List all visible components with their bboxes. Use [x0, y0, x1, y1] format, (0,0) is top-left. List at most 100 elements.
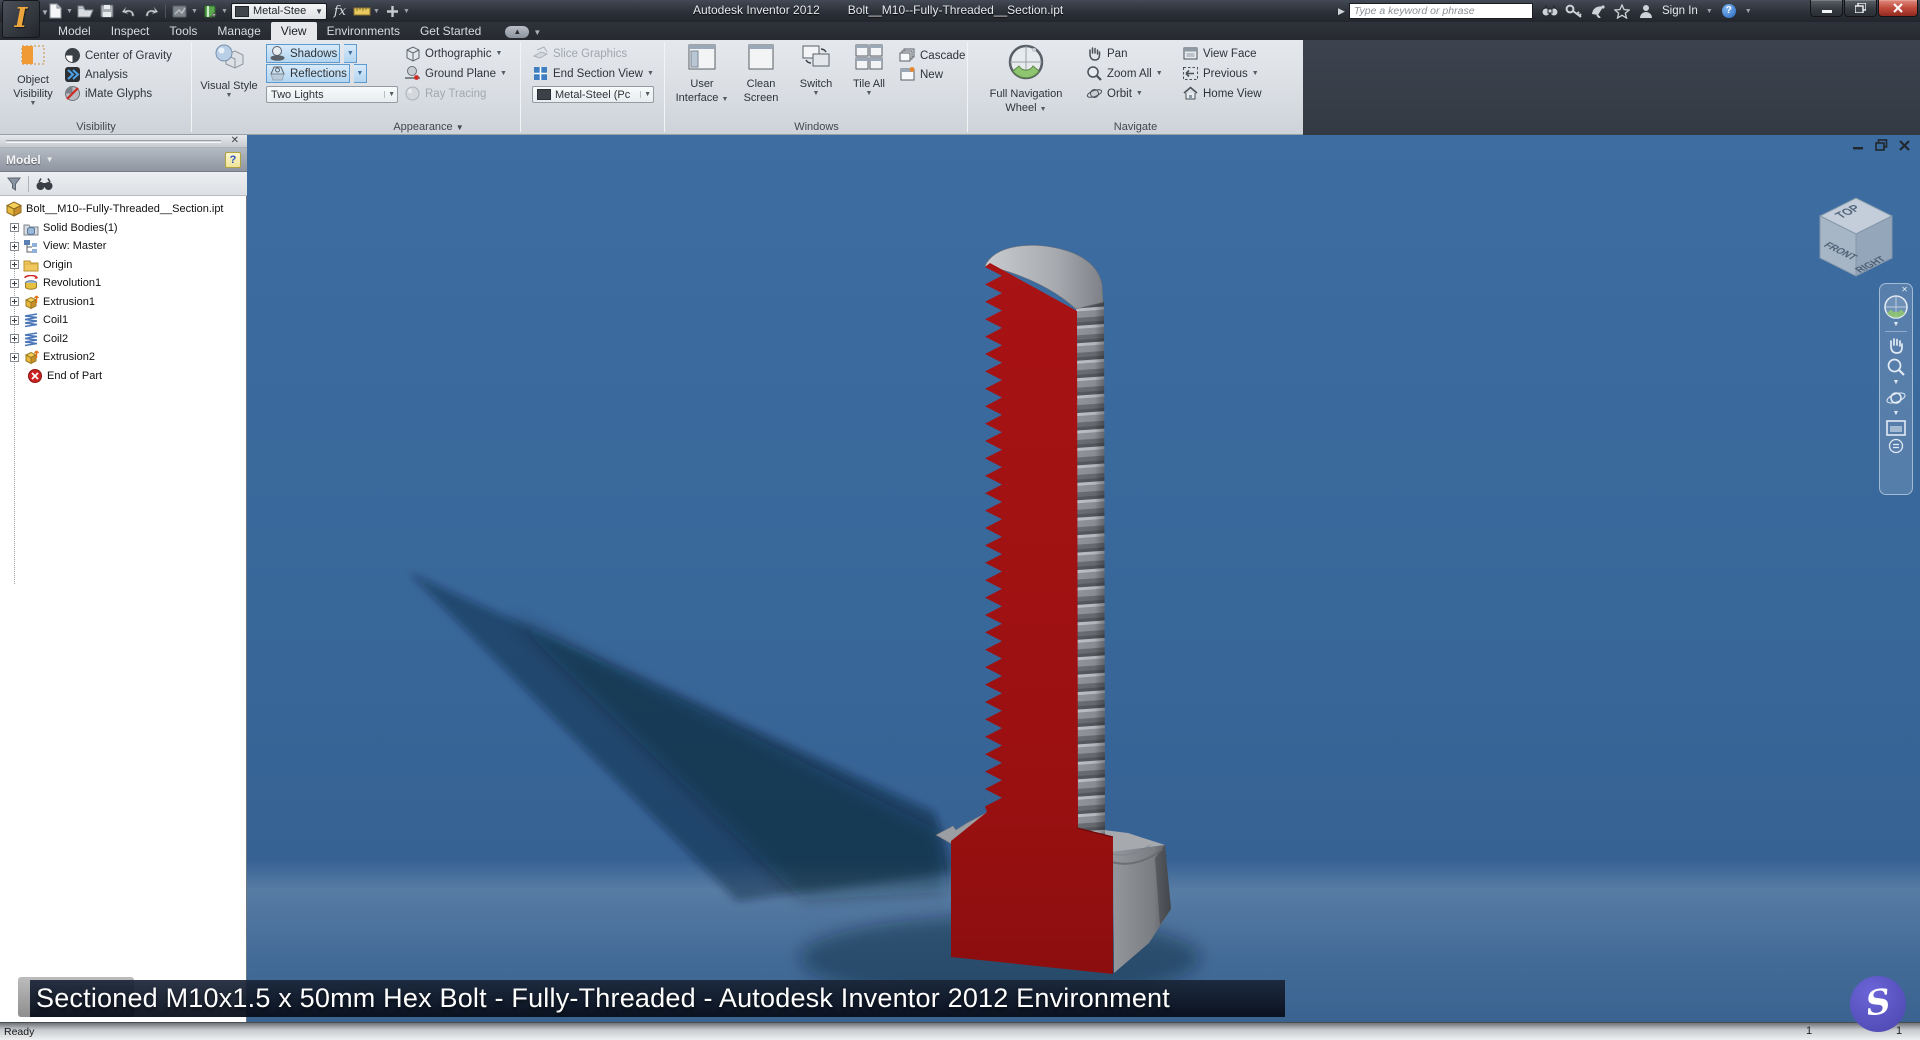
tree-node-part-root[interactable]: Bolt__M10--Fully-Threaded__Section.ipt — [0, 200, 246, 219]
subscription-key-icon[interactable] — [1562, 2, 1586, 20]
analysis-button[interactable]: Analysis — [64, 65, 128, 84]
orbit-button[interactable]: Orbit ▼ — [1086, 84, 1143, 103]
open-button[interactable] — [74, 2, 96, 20]
panel-label-visibility[interactable]: Visibility — [0, 121, 192, 133]
home-view-button[interactable]: Home View — [1182, 84, 1262, 103]
save-button[interactable] — [96, 2, 118, 20]
object-visibility-button[interactable]: Object Visibility ▼ — [6, 43, 60, 107]
search-binoculars-icon[interactable] — [1538, 2, 1562, 20]
ray-tracing-button[interactable]: Ray Tracing — [404, 84, 486, 103]
doc-restore-icon[interactable] — [1875, 139, 1888, 151]
expand-icon[interactable] — [10, 334, 19, 344]
navbar-pan-icon[interactable] — [1885, 334, 1907, 356]
clean-screen-button[interactable]: Clean Screen — [735, 43, 787, 104]
orthographic-caret-icon[interactable]: ▼ — [495, 50, 502, 57]
previous-view-caret-icon[interactable]: ▼ — [1252, 70, 1259, 77]
add-tool-button[interactable] — [381, 2, 403, 20]
tab-get-started[interactable]: Get Started — [410, 22, 491, 40]
orthographic-button[interactable]: Orthographic ▼ — [404, 44, 502, 63]
tree-node-extrusion1[interactable]: Extrusion1 — [0, 293, 246, 312]
viewcube[interactable]: TOP FRONT RIGHT — [1810, 185, 1902, 280]
view-face-button[interactable]: View Face — [1182, 44, 1256, 63]
browser-grip[interactable]: ✕ — [0, 135, 247, 148]
favorites-star-icon[interactable] — [1610, 2, 1634, 20]
restore-button[interactable] — [1844, 0, 1877, 17]
tree-node-end-of-part[interactable]: End of Part — [0, 367, 246, 386]
panel-label-navigate[interactable]: Navigate — [968, 121, 1303, 133]
tab-tools[interactable]: Tools — [159, 22, 207, 40]
measure-caret-icon[interactable]: ▼ — [373, 8, 381, 15]
expand-icon[interactable] — [10, 278, 19, 288]
navbar-zoom-icon[interactable] — [1885, 356, 1907, 378]
browser-header[interactable]: Model ▼ ? — [0, 148, 247, 172]
redo-button[interactable] — [140, 2, 162, 20]
tab-inspect[interactable]: Inspect — [101, 22, 160, 40]
add-tool-caret-icon[interactable]: ▼ — [403, 8, 411, 15]
shadows-toggle[interactable]: Shadows ▼ — [266, 44, 358, 63]
sign-in-person-icon[interactable] — [1634, 2, 1658, 20]
expand-icon[interactable] — [10, 260, 19, 270]
tree-node-view-master[interactable]: View: Master — [0, 237, 246, 256]
switch-button[interactable]: Switch ▼ — [791, 43, 841, 97]
expand-icon[interactable] — [10, 297, 19, 307]
navbar-orbit-caret-icon[interactable]: ▼ — [1893, 410, 1900, 417]
reflections-caret-icon[interactable]: ▼ — [353, 64, 367, 83]
tree-node-solid-bodies[interactable]: Solid Bodies(1) — [0, 219, 246, 238]
slice-graphics-button[interactable]: Slice Graphics — [532, 44, 627, 63]
return-caret-icon[interactable]: ▼ — [221, 8, 229, 15]
previous-view-button[interactable]: Previous ▼ — [1182, 64, 1259, 83]
material-dropdown[interactable]: Metal-Stee ▼ — [231, 2, 327, 20]
help-button[interactable]: ? — [1717, 2, 1741, 20]
tree-node-coil2[interactable]: Coil2 — [0, 330, 246, 349]
doc-minimize-icon[interactable] — [1852, 139, 1865, 151]
tab-model[interactable]: Model — [48, 22, 101, 40]
full-navigation-wheel-button[interactable]: Full Navigation Wheel ▼ — [980, 43, 1072, 116]
tab-view[interactable]: View — [270, 22, 317, 40]
close-button[interactable] — [1878, 0, 1918, 17]
pan-button[interactable]: Pan — [1086, 44, 1127, 63]
navbar-zoom-caret-icon[interactable]: ▼ — [1893, 379, 1900, 386]
expand-icon[interactable] — [10, 352, 19, 362]
tile-all-button[interactable]: Tile All ▼ — [843, 43, 895, 97]
expand-icon[interactable] — [10, 241, 19, 251]
browser-close-icon[interactable]: ✕ — [231, 135, 239, 146]
update-caret-icon[interactable]: ▼ — [191, 8, 199, 15]
appearance-material-dropdown[interactable]: Metal-Steel (Pc ▼ — [532, 86, 654, 103]
expand-icon[interactable] — [10, 223, 19, 233]
application-menu-caret-icon[interactable]: ▼ — [41, 8, 49, 17]
navbar-view-face-icon[interactable] — [1885, 418, 1907, 438]
panel-label-windows[interactable]: Windows — [665, 121, 968, 133]
cascade-button[interactable]: Cascade — [899, 46, 965, 65]
ground-plane-caret-icon[interactable]: ▼ — [500, 70, 507, 77]
minimize-button[interactable] — [1810, 0, 1843, 17]
help-caret-icon[interactable]: ▼ — [1745, 8, 1752, 15]
end-section-view-button[interactable]: End Section View ▼ — [532, 64, 654, 83]
doc-close-icon[interactable] — [1898, 139, 1911, 151]
tree-node-origin[interactable]: Origin — [0, 256, 246, 275]
sign-in-button[interactable]: Sign In — [1662, 5, 1698, 17]
new-file-caret-icon[interactable]: ▼ — [66, 8, 74, 15]
navbar-close-icon[interactable]: ✕ — [1901, 285, 1908, 294]
tree-node-revolution1[interactable]: Revolution1 — [0, 274, 246, 293]
shadows-caret-icon[interactable]: ▼ — [344, 44, 358, 63]
ribbon-minimize-control[interactable]: ▲ ▼ — [505, 26, 541, 40]
user-interface-button[interactable]: User Interface ▼ — [673, 43, 731, 106]
imate-glyphs-button[interactable]: iMate Glyphs — [64, 84, 152, 103]
update-button[interactable] — [169, 2, 191, 20]
return-button[interactable] — [199, 2, 221, 20]
tab-environments[interactable]: Environments — [317, 22, 410, 40]
application-menu-button[interactable]: I — [2, 0, 40, 38]
ground-plane-button[interactable]: Ground Plane ▼ — [404, 64, 507, 83]
navbar-customize-icon[interactable] — [1888, 438, 1904, 454]
navbar-orbit-icon[interactable] — [1885, 387, 1907, 409]
search-expand-icon[interactable]: ▶ — [1338, 6, 1345, 17]
parameters-fx-button[interactable]: fx — [329, 2, 351, 20]
orbit-caret-icon[interactable]: ▼ — [1136, 90, 1143, 97]
model-viewport[interactable]: TOP FRONT RIGHT ✕ ▼ ▼ ▼ — [247, 135, 1920, 1022]
tree-node-extrusion2[interactable]: Extrusion2 — [0, 348, 246, 367]
panel-label-appearance[interactable]: Appearance ▼ — [192, 121, 665, 133]
tree-node-coil1[interactable]: Coil1 — [0, 311, 246, 330]
filter-icon[interactable] — [6, 176, 22, 192]
lights-dropdown[interactable]: Two Lights ▼ — [266, 86, 398, 103]
communication-center-icon[interactable] — [1586, 2, 1610, 20]
